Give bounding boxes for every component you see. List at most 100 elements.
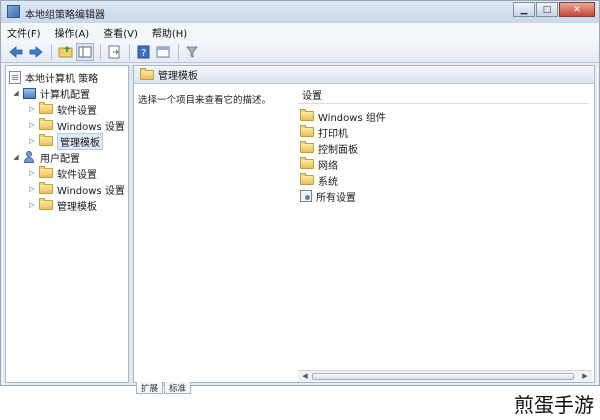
folder-icon	[300, 173, 314, 185]
scroll-left-icon[interactable]: ◀	[300, 372, 310, 381]
forward-arrow-icon	[29, 45, 43, 58]
back-arrow-icon	[9, 45, 23, 58]
folder-icon	[300, 157, 314, 169]
collapse-arrow-icon[interactable]: ◢	[12, 153, 20, 161]
navigation-tree: 本地计算机 策略 ◢ 计算机配置 ▷ 软件设置 ▷ Windows 设置 ▷ 管…	[5, 65, 129, 383]
expand-arrow-icon[interactable]: ▷	[28, 121, 36, 129]
list-item-label: 系统	[318, 176, 338, 188]
settings-icon	[300, 190, 312, 202]
folder-icon	[39, 182, 53, 194]
folder-icon	[39, 166, 53, 178]
expand-arrow-icon[interactable]: ▷	[28, 105, 36, 113]
tree-item-computer-software[interactable]: ▷ 软件设置	[28, 101, 97, 117]
maximize-icon: □	[542, 4, 552, 15]
tab-extended[interactable]: 扩展	[136, 382, 164, 394]
forward-button[interactable]	[27, 43, 45, 61]
computer-icon	[23, 87, 36, 99]
list-item-label: 打印机	[318, 128, 348, 140]
minimize-icon: ▁	[520, 4, 528, 15]
expand-arrow-icon[interactable]: ▷	[28, 169, 36, 177]
tree-item-user-config[interactable]: ◢ 用户配置	[12, 149, 80, 165]
tab-standard[interactable]: 标准	[164, 382, 192, 394]
tree-item-user-admin-templates[interactable]: ▷ 管理模板	[28, 197, 97, 213]
tree-item-computer-admin-templates[interactable]: ▷ 管理模板	[28, 132, 103, 150]
tree-item-computer-config[interactable]: ◢ 计算机配置	[12, 85, 90, 101]
list-item-control-panel[interactable]: 控制面板	[300, 140, 358, 156]
menu-help[interactable]: 帮助(H)	[152, 25, 187, 40]
toolbar-separator	[51, 43, 52, 60]
tree-root-label: 本地计算机 策略	[25, 73, 99, 85]
show-hide-tree-icon	[78, 46, 92, 57]
menu-bar: 文件(F) 操作(A) 查看(V) 帮助(H)	[1, 23, 599, 41]
tree-item-label: 软件设置	[57, 105, 97, 117]
details-pane: 管理模板 选择一个项目来查看它的描述。 设置 Windows 组件 打印机 控制…	[133, 65, 595, 383]
up-folder-icon	[58, 46, 72, 58]
window-title: 本地组策略编辑器	[25, 10, 105, 21]
help-button[interactable]: ?	[134, 43, 152, 61]
tree-item-user-software[interactable]: ▷ 软件设置	[28, 165, 97, 181]
menu-file[interactable]: 文件(F)	[7, 25, 41, 40]
column-header-label: 设置	[302, 91, 322, 102]
list-item-label: 所有设置	[316, 192, 356, 204]
title-bar[interactable]: 本地组策略编辑器 ▁ □ ✕	[1, 1, 599, 23]
close-button[interactable]: ✕	[559, 2, 595, 17]
horizontal-scrollbar[interactable]: ◀ ▶	[298, 370, 592, 382]
settings-list: 设置 Windows 组件 打印机 控制面板 网络 系统 所有设置 ◀ ▶	[298, 86, 592, 382]
tree-item-label: Windows 设置	[57, 185, 125, 197]
show-hide-tree-button[interactable]	[76, 42, 94, 61]
tree-item-label: 管理模板	[57, 201, 97, 213]
toolbar-separator	[100, 43, 101, 60]
list-item-printers[interactable]: 打印机	[300, 124, 348, 140]
up-folder-button[interactable]	[56, 43, 74, 61]
export-list-button[interactable]	[105, 43, 123, 61]
description-text: 选择一个项目来查看它的描述。	[138, 95, 272, 106]
policy-document-icon	[9, 70, 21, 84]
list-item-label: 控制面板	[318, 144, 358, 156]
menu-action[interactable]: 操作(A)	[55, 25, 90, 40]
export-list-icon	[108, 45, 119, 58]
tree-item-label: 管理模板	[57, 132, 103, 150]
back-button[interactable]	[7, 43, 25, 61]
toolbar: ?	[1, 41, 599, 63]
expand-arrow-icon[interactable]: ▷	[28, 137, 36, 145]
toolbar-separator	[129, 43, 130, 60]
folder-icon	[39, 118, 53, 130]
folder-icon	[39, 198, 53, 210]
filter-icon	[186, 46, 198, 58]
expand-arrow-icon[interactable]: ▷	[28, 201, 36, 209]
minimize-button[interactable]: ▁	[513, 2, 535, 17]
list-item-network[interactable]: 网络	[300, 156, 338, 172]
toolbar-separator	[178, 43, 179, 60]
folder-icon	[39, 102, 53, 114]
filter-button[interactable]	[183, 43, 201, 61]
tree-item-label: 软件设置	[57, 169, 97, 181]
gpedit-app-icon	[7, 5, 20, 18]
tree-item-label: Windows 设置	[57, 121, 125, 133]
tree-item-user-windows[interactable]: ▷ Windows 设置	[28, 181, 125, 197]
scroll-right-icon[interactable]: ▶	[580, 372, 590, 381]
list-item-all-settings[interactable]: 所有设置	[300, 188, 356, 204]
folder-icon	[300, 141, 314, 153]
maximize-button[interactable]: □	[536, 2, 558, 17]
list-item-windows-components[interactable]: Windows 组件	[300, 108, 386, 124]
view-tabs: 扩展 标准	[136, 382, 192, 394]
close-icon: ✕	[573, 4, 581, 15]
menu-view[interactable]: 查看(V)	[103, 25, 138, 40]
list-item-system[interactable]: 系统	[300, 172, 338, 188]
column-header-setting[interactable]: 设置	[298, 86, 588, 104]
tree-item-computer-windows[interactable]: ▷ Windows 设置	[28, 117, 125, 133]
expand-arrow-icon[interactable]: ▷	[28, 185, 36, 193]
caption-buttons: ▁ □ ✕	[512, 2, 595, 18]
tree-item-label: 计算机配置	[40, 89, 90, 101]
folder-icon	[300, 125, 314, 137]
list-item-label: 网络	[318, 160, 338, 172]
app-window: 本地组策略编辑器 ▁ □ ✕ 文件(F) 操作(A) 查看(V) 帮助(H) ?…	[0, 0, 600, 386]
folder-icon	[300, 109, 314, 121]
properties-button[interactable]	[154, 43, 172, 61]
scrollbar-thumb[interactable]	[312, 373, 574, 380]
tree-root[interactable]: 本地计算机 策略	[9, 69, 98, 85]
help-icon: ?	[137, 45, 149, 59]
watermark-text: 煎蛋手游	[514, 393, 594, 417]
properties-icon	[156, 46, 170, 57]
collapse-arrow-icon[interactable]: ◢	[12, 89, 20, 97]
